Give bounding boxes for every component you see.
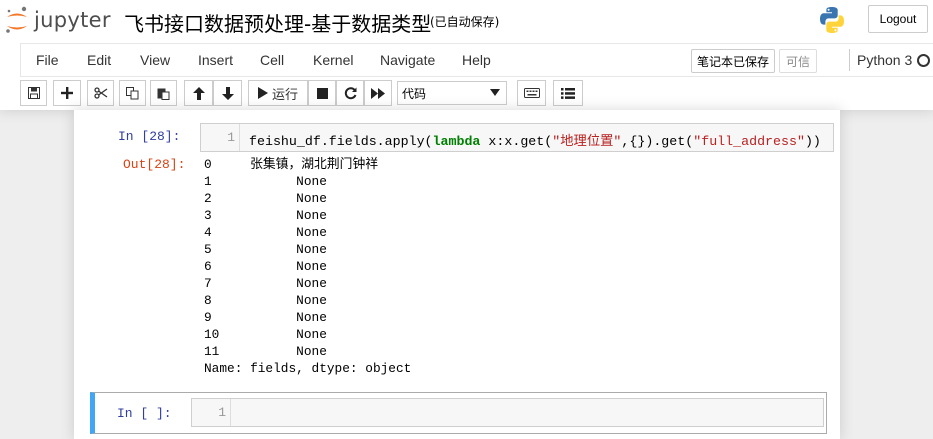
paste-icon — [157, 88, 170, 100]
menu-cell[interactable]: Cell — [260, 52, 284, 68]
code-token: ,{}).get( — [621, 134, 694, 149]
code-cell[interactable]: In [28]: 1 feishu_df.fields.apply(lambda… — [88, 118, 834, 398]
restart-kernel-button[interactable] — [336, 80, 364, 106]
code-string: "full_address" — [693, 134, 805, 149]
keyboard-shortcuts-button[interactable] — [517, 80, 546, 106]
output-text: 0 张集镇，湖北荆门钟祥 1 None 2 None 3 None 4 None… — [204, 157, 412, 376]
insert-cell-below-button[interactable] — [53, 80, 81, 106]
kernel-idle-indicator-icon — [917, 54, 930, 67]
code-token: feishu_df.fields.apply( — [249, 134, 433, 149]
copy-icon — [126, 86, 139, 99]
menubar: File Edit View Insert Cell Kernel Naviga… — [20, 43, 933, 77]
cell-type-value: 代码 — [402, 86, 427, 101]
autosave-status: (已自动保存) — [430, 15, 500, 29]
paste-button[interactable] — [150, 80, 177, 106]
move-down-icon — [221, 86, 234, 100]
trusted-badge[interactable]: 可信 — [779, 49, 818, 73]
menu-navigate[interactable]: Navigate — [380, 52, 435, 68]
stop-icon — [316, 87, 328, 99]
menu-insert[interactable]: Insert — [198, 52, 233, 68]
run-button[interactable]: 运行 — [248, 80, 308, 106]
run-icon — [257, 87, 268, 99]
code-editor[interactable]: 1 feishu_df.fields.apply(lambda x:x.get(… — [200, 123, 834, 152]
code-editor[interactable]: 1 — [191, 398, 824, 427]
jupyter-logo[interactable]: jupyter — [4, 5, 111, 35]
output-prompt: Out[28]: — [123, 157, 186, 172]
fast-forward-icon — [371, 87, 385, 99]
run-button-label: 运行 — [271, 87, 298, 103]
restart-icon — [344, 86, 356, 99]
notebook-saved-status: 笔记本已保存 — [691, 49, 776, 73]
jupyter-logo-icon — [6, 6, 27, 33]
restart-run-all-button[interactable] — [364, 80, 392, 106]
move-up-icon — [192, 86, 205, 100]
kernel-name[interactable]: Python 3 — [857, 52, 912, 68]
input-prompt: In [28]: — [118, 129, 181, 144]
line-number-gutter: 1 — [192, 399, 231, 426]
input-prompt: In [ ]: — [117, 406, 172, 421]
line-number: 1 — [218, 405, 226, 420]
interrupt-kernel-button[interactable] — [308, 80, 336, 106]
save-button[interactable] — [20, 80, 47, 106]
save-icon — [27, 87, 40, 99]
menu-view[interactable]: View — [140, 52, 170, 68]
menu-edit[interactable]: Edit — [87, 52, 111, 68]
menu-file[interactable]: File — [36, 52, 59, 68]
cut-button[interactable] — [87, 80, 114, 106]
menu-kernel[interactable]: Kernel — [313, 52, 353, 68]
code-line: feishu_df.fields.apply(lambda x:x.get("地… — [249, 130, 821, 149]
menubar-divider — [849, 49, 850, 71]
cell-type-select[interactable]: 代码 — [397, 81, 507, 105]
move-cell-up-button[interactable] — [184, 80, 213, 106]
code-string: "地理位置" — [552, 134, 622, 149]
code-token: )) — [804, 134, 821, 149]
move-cell-down-button[interactable] — [213, 80, 242, 106]
python-icon — [820, 7, 844, 33]
logo-text: jupyter — [34, 8, 111, 32]
notebook-title[interactable]: 飞书接口数据预处理-基于数据类型 — [124, 8, 431, 37]
code-token: x:x.get( — [480, 134, 553, 149]
line-number: 1 — [227, 130, 235, 145]
logout-button[interactable]: Logout — [868, 5, 928, 33]
cut-icon — [93, 87, 107, 99]
menu-help[interactable]: Help — [462, 52, 491, 68]
notebook-container: In [28]: 1 feishu_df.fields.apply(lambda… — [74, 110, 840, 439]
code-keyword: lambda — [432, 134, 481, 149]
chevron-down-icon — [490, 89, 500, 96]
command-palette-button[interactable] — [553, 80, 583, 106]
keyboard-icon — [523, 88, 540, 98]
copy-button[interactable] — [119, 80, 146, 106]
selected-code-cell[interactable]: In [ ]: 1 — [90, 392, 827, 434]
line-number-gutter: 1 — [201, 124, 240, 151]
add-icon — [61, 87, 73, 99]
command-palette-icon — [561, 87, 575, 99]
